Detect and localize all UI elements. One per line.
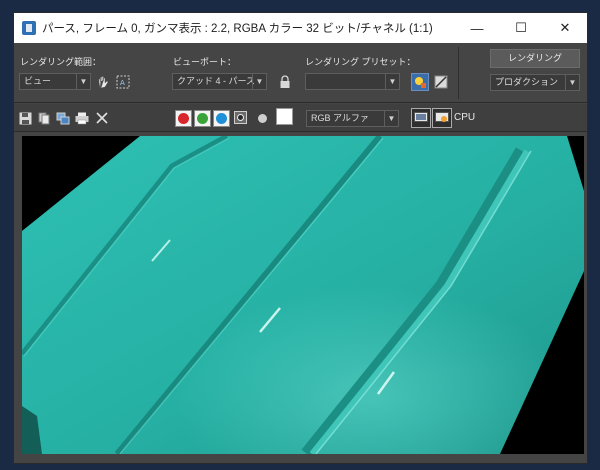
cpu-label: CPU xyxy=(454,112,476,123)
window-controls: — ☐ ✕ xyxy=(455,13,587,43)
monochrome-icon[interactable] xyxy=(254,110,270,126)
blue-channel-toggle[interactable] xyxy=(213,110,230,127)
preset-dropdown[interactable]: ▼ xyxy=(305,73,400,90)
viewport-dropdown[interactable]: クアッド 4 - パース ▼ xyxy=(172,73,267,90)
app-icon xyxy=(22,21,36,35)
display-mode-dropdown[interactable]: RGB アルファ ▼ xyxy=(306,110,399,127)
viewport-value: クアッド 4 - パース xyxy=(177,76,256,86)
panel-divider xyxy=(458,47,459,99)
frame-toolbar: RGB アルファ ▼ CPU xyxy=(14,104,587,132)
copy-icon[interactable] xyxy=(36,110,52,126)
blue-channel-icon xyxy=(216,113,227,124)
green-channel-toggle[interactable] xyxy=(194,110,211,127)
save-icon[interactable] xyxy=(17,110,33,126)
clear-icon[interactable] xyxy=(94,110,110,126)
render-area-value: ビュー xyxy=(24,76,52,86)
render-setup-icon[interactable] xyxy=(411,73,429,91)
preset-label: レンダリング プリセット： xyxy=(305,57,416,67)
title-bar[interactable]: パース, フレーム 0, ガンマ表示 : 2.2, RGBA カラー 32 ビッ… xyxy=(14,13,587,43)
minimize-button[interactable]: — xyxy=(455,13,499,43)
render-button[interactable]: レンダリング xyxy=(490,49,580,68)
window-title: パース, フレーム 0, ガンマ表示 : 2.2, RGBA カラー 32 ビッ… xyxy=(42,23,433,35)
rendered-image xyxy=(22,136,584,454)
print-icon[interactable] xyxy=(74,110,90,126)
pan-hand-icon[interactable] xyxy=(94,73,112,91)
render-viewport[interactable] xyxy=(22,136,584,454)
background-color-swatch[interactable] xyxy=(276,108,293,125)
environment-icon[interactable] xyxy=(432,73,450,91)
green-channel-icon xyxy=(197,113,208,124)
render-area-label: レンダリング範囲： xyxy=(20,57,102,67)
display-mode-value: RGB アルファ xyxy=(311,113,369,123)
maximize-button[interactable]: ☐ xyxy=(499,13,543,43)
clone-frame-icon[interactable] xyxy=(55,110,71,126)
chevron-down-icon: ▼ xyxy=(565,75,579,90)
red-channel-toggle[interactable] xyxy=(175,110,192,127)
info-panel-icon[interactable] xyxy=(411,108,431,128)
rendered-frame-window: パース, フレーム 0, ガンマ表示 : 2.2, RGBA カラー 32 ビッ… xyxy=(13,12,588,464)
chevron-down-icon: ▼ xyxy=(76,74,90,89)
red-channel-icon xyxy=(178,113,189,124)
svg-text:A: A xyxy=(120,79,125,87)
lock-icon[interactable] xyxy=(276,73,294,91)
close-button[interactable]: ✕ xyxy=(543,13,587,43)
viewport-label: ビューポート： xyxy=(173,57,237,67)
auto-region-icon[interactable]: A xyxy=(114,73,132,91)
production-value: プロダクション xyxy=(495,77,559,87)
render-settings-panel: レンダリング範囲： ビュー ▼ A ビューポート： クアッド 4 - パース ▼… xyxy=(14,43,587,103)
chevron-down-icon: ▼ xyxy=(252,74,266,89)
production-dropdown[interactable]: プロダクション ▼ xyxy=(490,74,580,91)
frame-buffer-icon[interactable] xyxy=(432,108,452,128)
chevron-down-icon: ▼ xyxy=(385,74,399,89)
render-area-dropdown[interactable]: ビュー ▼ xyxy=(19,73,91,90)
alpha-channel-icon[interactable] xyxy=(234,111,247,124)
chevron-down-icon: ▼ xyxy=(384,111,398,126)
